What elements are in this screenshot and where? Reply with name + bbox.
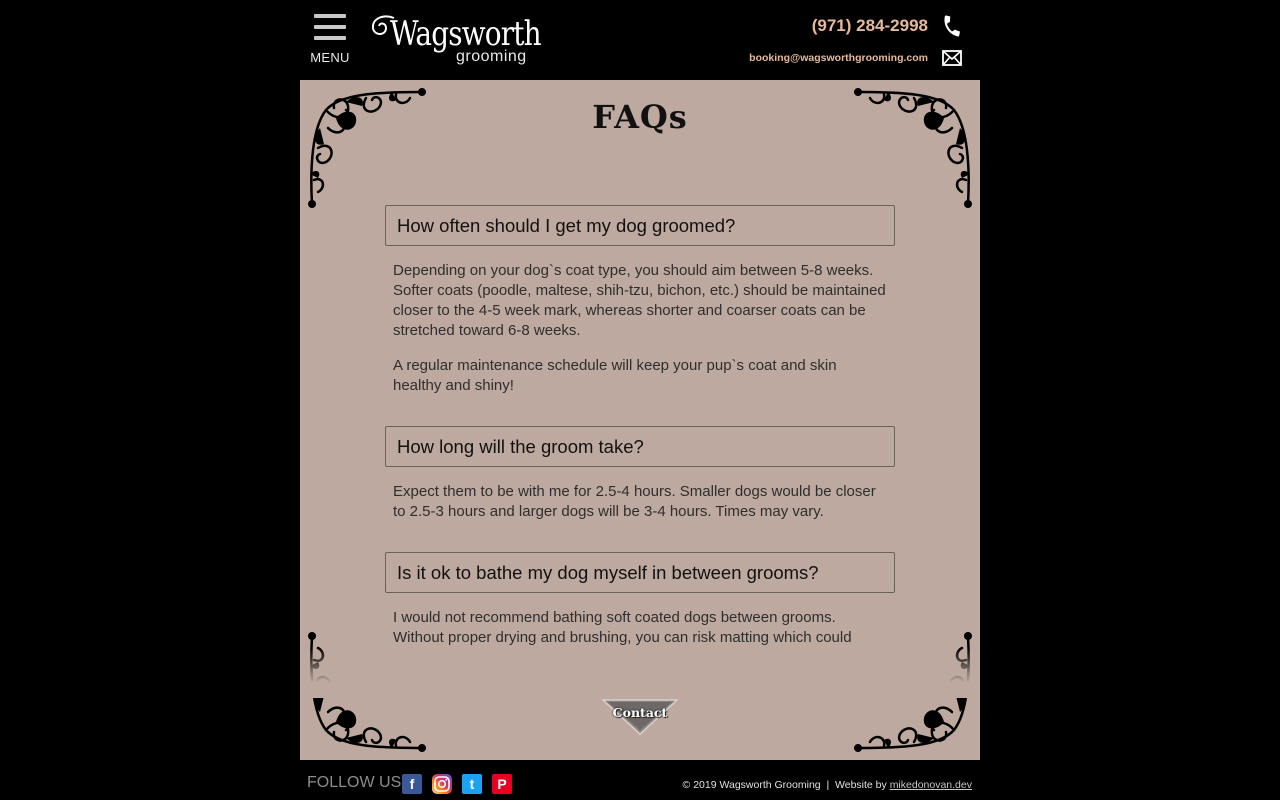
phone-number[interactable]: (971) 284-2998 <box>812 16 928 36</box>
scroll-fade-overlay <box>300 648 980 698</box>
hamburger-icon-bar <box>314 36 346 40</box>
faq-answer-paragraph: A regular maintenance schedule will keep… <box>393 357 837 394</box>
menu-label[interactable]: MENU <box>300 50 360 65</box>
facebook-icon[interactable]: f <box>402 774 422 794</box>
faq-item: How often should I get my dog groomed? D… <box>385 205 895 396</box>
instagram-icon[interactable] <box>432 774 452 794</box>
hamburger-icon-bar <box>314 25 346 29</box>
copyright-label: © 2019 Wagsworth Grooming | Website by <box>682 779 890 791</box>
contact-button[interactable]: Contact <box>602 699 678 735</box>
faq-panel: FAQs How often should I get my dog groom… <box>300 80 980 760</box>
hamburger-icon-bar <box>314 14 346 18</box>
page-title: FAQs <box>592 98 688 136</box>
developer-link[interactable]: mikedonovan.dev <box>890 779 972 791</box>
faq-question[interactable]: Is it ok to bathe my dog myself in betwe… <box>385 552 895 593</box>
envelope-icon[interactable] <box>942 50 962 66</box>
faq-item: How long will the groom take? Expect the… <box>385 426 895 522</box>
faq-item: Is it ok to bathe my dog myself in betwe… <box>385 552 895 648</box>
faq-answer: Depending on your dog`s coat type, you s… <box>385 246 895 396</box>
faq-answer-paragraph: Depending on your dog`s coat type, you s… <box>393 262 886 339</box>
email-address[interactable]: booking@wagsworthgrooming.com <box>749 52 928 64</box>
faq-answer: Expect them to be with me for 2.5-4 hour… <box>385 467 895 522</box>
faq-answer-paragraph: Expect them to be with me for 2.5-4 hour… <box>393 483 876 520</box>
faq-answer-paragraph: I would not recommend bathing soft coate… <box>393 609 852 646</box>
follow-us-label: FOLLOW US <box>307 774 402 791</box>
site-footer: FOLLOW US f t P © 2019 Wagsworth Groomin… <box>300 760 980 800</box>
faq-list: How often should I get my dog groomed? D… <box>385 205 895 678</box>
copyright-text: © 2019 Wagsworth Grooming | Website by m… <box>683 779 972 791</box>
logo-subtitle: grooming <box>456 48 527 65</box>
phone-icon[interactable] <box>940 14 964 38</box>
faq-answer: I would not recommend bathing soft coate… <box>385 593 895 648</box>
site-logo[interactable]: Wagsworth grooming <box>368 8 548 72</box>
twitter-icon[interactable]: t <box>462 774 482 794</box>
site-header: MENU Wagsworth grooming (971) 284-2998 b… <box>300 0 980 80</box>
contact-button-label: Contact <box>612 705 668 720</box>
faq-question[interactable]: How long will the groom take? <box>385 426 895 467</box>
pinterest-icon[interactable]: P <box>492 774 512 794</box>
faq-question[interactable]: How often should I get my dog groomed? <box>385 205 895 246</box>
